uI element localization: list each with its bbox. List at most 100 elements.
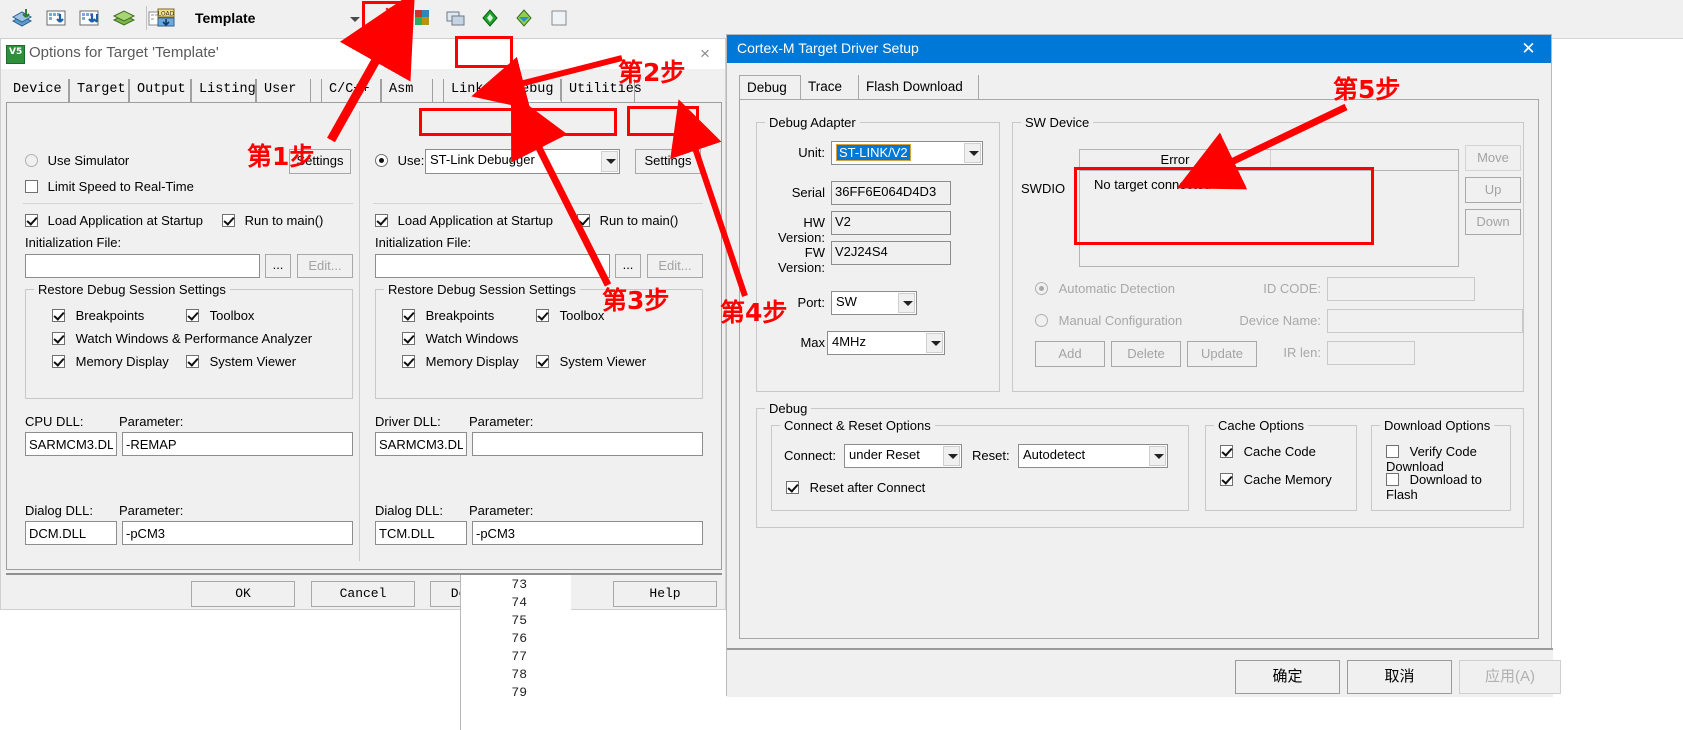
tab-flash-download[interactable]: Flash Download	[859, 75, 979, 100]
project-target-combo[interactable]: Template	[190, 5, 367, 33]
breakpoints-checkbox-right[interactable]	[402, 309, 415, 322]
download-to-flash-row[interactable]: Download to Flash	[1386, 472, 1510, 502]
cache-memory-row[interactable]: Cache Memory	[1220, 472, 1332, 487]
toolbox-row-left[interactable]: Toolbox	[186, 308, 254, 323]
tab-target[interactable]: Target	[69, 79, 129, 102]
cpu-parameter-input[interactable]	[122, 432, 353, 456]
init-file-edit-button-right[interactable]: Edit...	[647, 254, 703, 278]
tab-trace[interactable]: Trace	[801, 75, 859, 100]
toolbox-checkbox-right[interactable]	[536, 309, 549, 322]
cpu-dll-input[interactable]	[25, 432, 117, 456]
toolbox-checkbox-left[interactable]	[186, 309, 199, 322]
automatic-detection-radio[interactable]	[1035, 282, 1048, 295]
init-file-input-left[interactable]	[25, 254, 260, 278]
cancel-button[interactable]: 取消	[1347, 660, 1452, 694]
tab-user[interactable]: User	[256, 79, 311, 102]
bookmark-diamond2-icon[interactable]	[510, 4, 538, 32]
driver-dll-input[interactable]	[375, 432, 467, 456]
down-button[interactable]: Down	[1465, 209, 1521, 235]
download-icon[interactable]	[42, 4, 70, 32]
debugger-select[interactable]: ST-Link Debugger	[425, 149, 620, 174]
chevron-down-icon[interactable]	[964, 143, 981, 163]
use-driver-radio[interactable]	[375, 154, 388, 167]
unit-select[interactable]: ST-LINK/V2	[831, 141, 983, 165]
system-viewer-checkbox-left[interactable]	[186, 355, 199, 368]
dialog-dll-input-left[interactable]	[25, 521, 117, 545]
limit-speed-row[interactable]: Limit Speed to Real-Time	[25, 179, 194, 194]
driver-parameter-input[interactable]	[472, 432, 703, 456]
run-to-main-row-left[interactable]: Run to main()	[222, 213, 323, 228]
dialog-dll-input-right[interactable]	[375, 521, 467, 545]
port-select[interactable]: SW	[831, 291, 917, 315]
init-file-browse-button-left[interactable]: ...	[265, 254, 291, 278]
tab-debug[interactable]: Debug	[739, 75, 801, 100]
connect-select[interactable]: under Reset	[844, 444, 962, 468]
tab-asm[interactable]: Asm	[381, 79, 433, 102]
breakpoints-checkbox-left[interactable]	[52, 309, 65, 322]
breakpoints-row-left[interactable]: Breakpoints	[52, 308, 144, 323]
watch-windows-row-left[interactable]: Watch Windows & Performance Analyzer	[52, 331, 312, 346]
chevron-down-icon[interactable]	[898, 293, 915, 313]
cache-code-row[interactable]: Cache Code	[1220, 444, 1316, 459]
init-file-browse-button-right[interactable]: ...	[615, 254, 641, 278]
load-app-row-right[interactable]: Load Application at Startup	[375, 213, 553, 228]
extra-toolbar-icon[interactable]	[545, 4, 573, 32]
dialog-parameter-input-left[interactable]	[122, 521, 353, 545]
add-button[interactable]: Add	[1035, 341, 1105, 367]
chevron-down-icon[interactable]	[943, 446, 960, 466]
reset-select[interactable]: Autodetect	[1018, 444, 1168, 468]
memory-display-checkbox-right[interactable]	[402, 355, 415, 368]
tab-debug[interactable]: Debug	[505, 79, 561, 102]
close-icon[interactable]: ×	[693, 45, 717, 65]
system-viewer-checkbox-right[interactable]	[536, 355, 549, 368]
use-driver-row[interactable]: Use:	[375, 153, 424, 168]
download-all-icon[interactable]	[76, 4, 104, 32]
cache-code-checkbox[interactable]	[1220, 445, 1233, 458]
use-simulator-radio[interactable]	[25, 154, 38, 167]
dialog-parameter-input-right[interactable]	[472, 521, 703, 545]
build-icon[interactable]	[8, 4, 36, 32]
bookmark-diamond-icon[interactable]	[476, 4, 504, 32]
delete-button[interactable]: Delete	[1111, 341, 1181, 367]
tab-cpp[interactable]: C/C++	[321, 79, 381, 102]
tab-linker[interactable]: Linker	[443, 79, 505, 102]
books-icon[interactable]	[110, 4, 138, 32]
system-viewer-row-left[interactable]: System Viewer	[186, 354, 296, 369]
automatic-detection-row[interactable]: Automatic Detection	[1035, 281, 1175, 296]
cache-memory-checkbox[interactable]	[1220, 473, 1233, 486]
load-application-checkbox-left[interactable]	[25, 214, 38, 227]
watch-windows-checkbox-left[interactable]	[52, 332, 65, 345]
chevron-down-icon[interactable]	[926, 333, 943, 353]
run-to-main-row-right[interactable]: Run to main()	[577, 213, 678, 228]
confirm-button[interactable]: 确定	[1235, 660, 1340, 694]
verify-code-download-checkbox[interactable]	[1386, 445, 1399, 458]
breakpoints-row-right[interactable]: Breakpoints	[402, 308, 494, 323]
manual-configuration-row[interactable]: Manual Configuration	[1035, 313, 1182, 328]
chevron-down-icon[interactable]	[1149, 446, 1166, 466]
chevron-down-icon[interactable]	[601, 151, 618, 172]
ok-button[interactable]: OK	[191, 581, 295, 607]
load-application-checkbox-right[interactable]	[375, 214, 388, 227]
up-button[interactable]: Up	[1465, 177, 1521, 203]
memory-display-row-right[interactable]: Memory Display	[402, 354, 519, 369]
help-button[interactable]: Help	[613, 581, 717, 607]
toolbox-row-right[interactable]: Toolbox	[536, 308, 604, 323]
reset-after-connect-row[interactable]: Reset after Connect	[786, 480, 925, 495]
target-options-icon[interactable]	[408, 4, 436, 32]
run-to-main-checkbox-right[interactable]	[577, 214, 590, 227]
limit-speed-checkbox[interactable]	[25, 180, 38, 193]
load-icon[interactable]: LOAD	[152, 4, 180, 32]
system-viewer-row-right[interactable]: System Viewer	[536, 354, 646, 369]
manual-configuration-radio[interactable]	[1035, 314, 1048, 327]
init-file-edit-button-left[interactable]: Edit...	[297, 254, 353, 278]
reset-after-connect-checkbox[interactable]	[786, 481, 799, 494]
max-clock-select[interactable]: 4MHz	[827, 331, 945, 355]
tab-device[interactable]: Device	[6, 79, 69, 102]
run-to-main-checkbox-left[interactable]	[222, 214, 235, 227]
driver-settings-button[interactable]: Settings	[635, 149, 701, 174]
use-simulator-row[interactable]: Use Simulator	[25, 153, 129, 168]
manage-components-icon[interactable]	[442, 4, 470, 32]
init-file-input-right[interactable]	[375, 254, 610, 278]
watch-windows-row-right[interactable]: Watch Windows	[402, 331, 518, 346]
memory-display-checkbox-left[interactable]	[52, 355, 65, 368]
